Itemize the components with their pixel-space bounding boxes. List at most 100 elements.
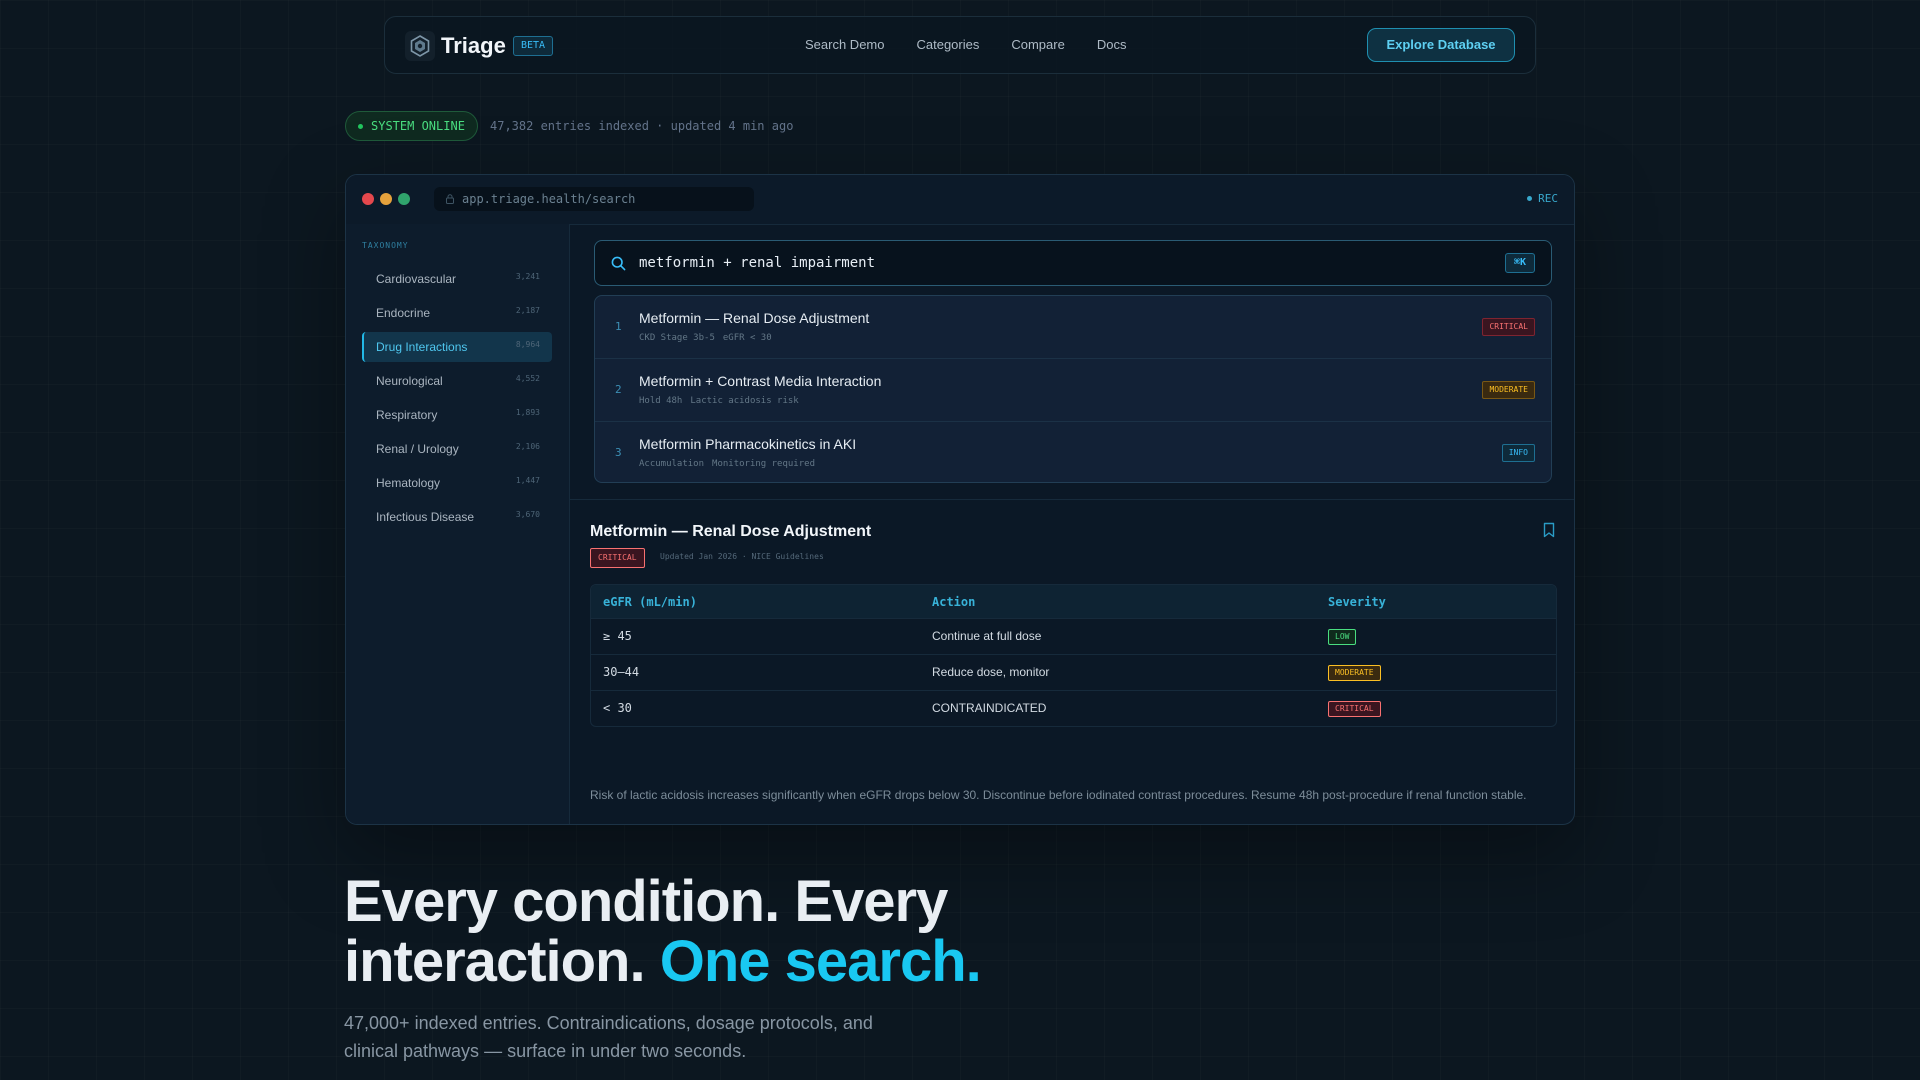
table-row: ≥ 45 Continue at full dose LOW — [591, 618, 1556, 654]
taxonomy-list: Cardiovascular 3,241 Endocrine 2,187 Dru… — [362, 264, 552, 536]
close-dot-icon — [362, 193, 374, 205]
app-window-preview: app.triage.health/search REC TAXONOMY Ca… — [345, 174, 1575, 825]
cell-action: Continue at full dose — [932, 629, 1042, 643]
system-status-badge: SYSTEM ONLINE — [345, 111, 478, 141]
result-item[interactable]: 3 Metformin Pharmacokinetics in AKI Accu… — [595, 422, 1551, 482]
cell-severity-badge: LOW — [1328, 629, 1357, 645]
nav-link-categories[interactable]: Categories — [916, 37, 979, 52]
window-titlebar: app.triage.health/search REC — [346, 175, 1574, 225]
explore-database-button[interactable]: Explore Database — [1367, 28, 1515, 62]
hexagon-logo-icon — [405, 31, 435, 61]
result-index: 2 — [615, 383, 622, 396]
result-item[interactable]: 2 Metformin + Contrast Media Interaction… — [595, 359, 1551, 421]
result-title: Metformin + Contrast Media Interaction — [639, 373, 882, 389]
sidebar-item-label: Neurological — [376, 374, 443, 388]
address-bar[interactable]: app.triage.health/search — [434, 187, 754, 211]
detail-severity-badge: CRITICAL — [590, 548, 645, 568]
hero-line-2-plain: interaction. — [344, 929, 660, 994]
result-tags: CKD Stage 3b-5 eGFR < 30 — [639, 333, 772, 343]
sidebar-item-label: Infectious Disease — [376, 510, 475, 524]
sidebar-item-count: 3,670 — [515, 510, 540, 519]
taxonomy-sidebar: TAXONOMY Cardiovascular 3,241 Endocrine … — [346, 224, 570, 824]
search-main-panel: metformin + renal impairment ⌘K 1 Metfor… — [570, 224, 1574, 824]
search-input[interactable]: metformin + renal impairment ⌘K — [594, 240, 1552, 286]
sidebar-item-label: Endocrine — [376, 306, 431, 320]
table-row: < 30 CONTRAINDICATED CRITICAL — [591, 690, 1556, 726]
nav-link-docs[interactable]: Docs — [1097, 37, 1127, 52]
sidebar-item-count: 8,964 — [515, 340, 540, 349]
cell-action: Reduce dose, monitor — [932, 665, 1050, 679]
sidebar-item-respiratory[interactable]: Respiratory 1,893 — [362, 400, 552, 430]
search-icon — [611, 256, 626, 271]
status-dot-icon — [358, 123, 363, 129]
result-tags: Hold 48h Lactic acidosis risk — [639, 396, 799, 406]
top-nav: Triage BETA Search Demo Categories Compa… — [384, 16, 1536, 74]
hero-headline: Every condition. Every interaction. One … — [344, 869, 982, 994]
cell-action: CONTRAINDICATED — [932, 701, 1047, 715]
detail-title: Metformin — Renal Dose Adjustment — [590, 523, 872, 540]
table-row: 30–44 Reduce dose, monitor MODERATE — [591, 654, 1556, 690]
result-tags: Accumulation Monitoring required — [639, 459, 815, 469]
rec-dot-icon — [1527, 196, 1533, 201]
severity-badge: MODERATE — [1482, 381, 1535, 399]
sidebar-item-infectious-disease[interactable]: Infectious Disease 3,670 — [362, 502, 552, 532]
taxonomy-heading: TAXONOMY — [362, 241, 409, 250]
sidebar-item-neurological[interactable]: Neurological 4,552 — [362, 366, 552, 396]
column-header-egfr: eGFR (mL/min) — [603, 595, 697, 609]
table-header: eGFR (mL/min) Action Severity — [591, 585, 1556, 618]
sidebar-item-count: 3,241 — [515, 272, 540, 281]
sidebar-item-count: 2,187 — [515, 306, 540, 315]
sidebar-item-count: 1,447 — [515, 476, 540, 485]
result-tag: Lactic acidosis risk — [690, 396, 799, 406]
system-status-label: SYSTEM ONLINE — [371, 119, 465, 133]
result-title: Metformin — Renal Dose Adjustment — [639, 310, 870, 326]
sidebar-item-drug-interactions[interactable]: Drug Interactions 8,964 — [362, 332, 552, 362]
sidebar-item-label: Renal / Urology — [376, 442, 459, 456]
address-url: app.triage.health/search — [462, 192, 636, 206]
sidebar-item-label: Cardiovascular — [376, 272, 457, 286]
result-tag: Hold 48h — [639, 396, 683, 406]
lock-icon — [446, 194, 454, 204]
search-results-dropdown: 1 Metformin — Renal Dose Adjustment CKD … — [594, 295, 1552, 483]
detail-meta: Updated Jan 2026 · NICE Guidelines — [660, 552, 824, 561]
clinical-note: Risk of lactic acidosis increases signif… — [590, 788, 1527, 802]
hero-accent: One search. — [659, 929, 982, 994]
sidebar-item-count: 4,552 — [515, 374, 540, 383]
nav-link-compare[interactable]: Compare — [1011, 37, 1064, 52]
result-tag: Accumulation — [639, 459, 705, 469]
result-index: 3 — [615, 446, 622, 459]
hero-subtitle: 47,000+ indexed entries. Contraindicatio… — [344, 1013, 873, 1061]
shortcut-badge: ⌘K — [1504, 253, 1535, 273]
sidebar-item-label: Respiratory — [376, 408, 438, 422]
bookmark-icon[interactable] — [1542, 522, 1556, 538]
sidebar-item-hematology[interactable]: Hematology 1,447 — [362, 468, 552, 498]
severity-badge: CRITICAL — [1482, 318, 1535, 336]
beta-badge: BETA — [513, 36, 554, 56]
result-item[interactable]: 1 Metformin — Renal Dose Adjustment CKD … — [595, 296, 1551, 358]
maximize-dot-icon — [398, 193, 410, 205]
sidebar-item-cardiovascular[interactable]: Cardiovascular 3,241 — [362, 264, 552, 294]
sidebar-item-count: 2,106 — [515, 442, 540, 451]
rec-indicator: REC — [1527, 192, 1558, 205]
hero-line-1: Every condition. Every — [344, 869, 948, 934]
brand-name[interactable]: Triage — [441, 33, 506, 59]
sidebar-item-count: 1,893 — [515, 408, 540, 417]
cell-severity-badge: MODERATE — [1328, 665, 1381, 681]
result-tag: eGFR < 30 — [722, 333, 772, 343]
severity-badge: INFO — [1501, 444, 1535, 462]
minimize-dot-icon — [380, 193, 392, 205]
column-header-severity: Severity — [1328, 595, 1386, 609]
nav-link-search-demo[interactable]: Search Demo — [805, 37, 884, 52]
sidebar-item-label: Hematology — [376, 476, 441, 490]
hero-line-2: interaction. One search. — [344, 929, 982, 994]
sidebar-item-endocrine[interactable]: Endocrine 2,187 — [362, 298, 552, 328]
search-query: metformin + renal impairment — [639, 255, 876, 271]
cell-egfr: 30–44 — [603, 665, 640, 679]
index-meta-text: 47,382 entries indexed · updated 4 min a… — [490, 119, 794, 133]
cell-severity-badge: CRITICAL — [1328, 701, 1381, 717]
cell-egfr: < 30 — [603, 701, 632, 715]
column-header-action: Action — [932, 595, 976, 609]
sidebar-item-renal-urology[interactable]: Renal / Urology 2,106 — [362, 434, 552, 464]
result-index: 1 — [615, 320, 622, 333]
rec-label: REC — [1538, 192, 1558, 205]
